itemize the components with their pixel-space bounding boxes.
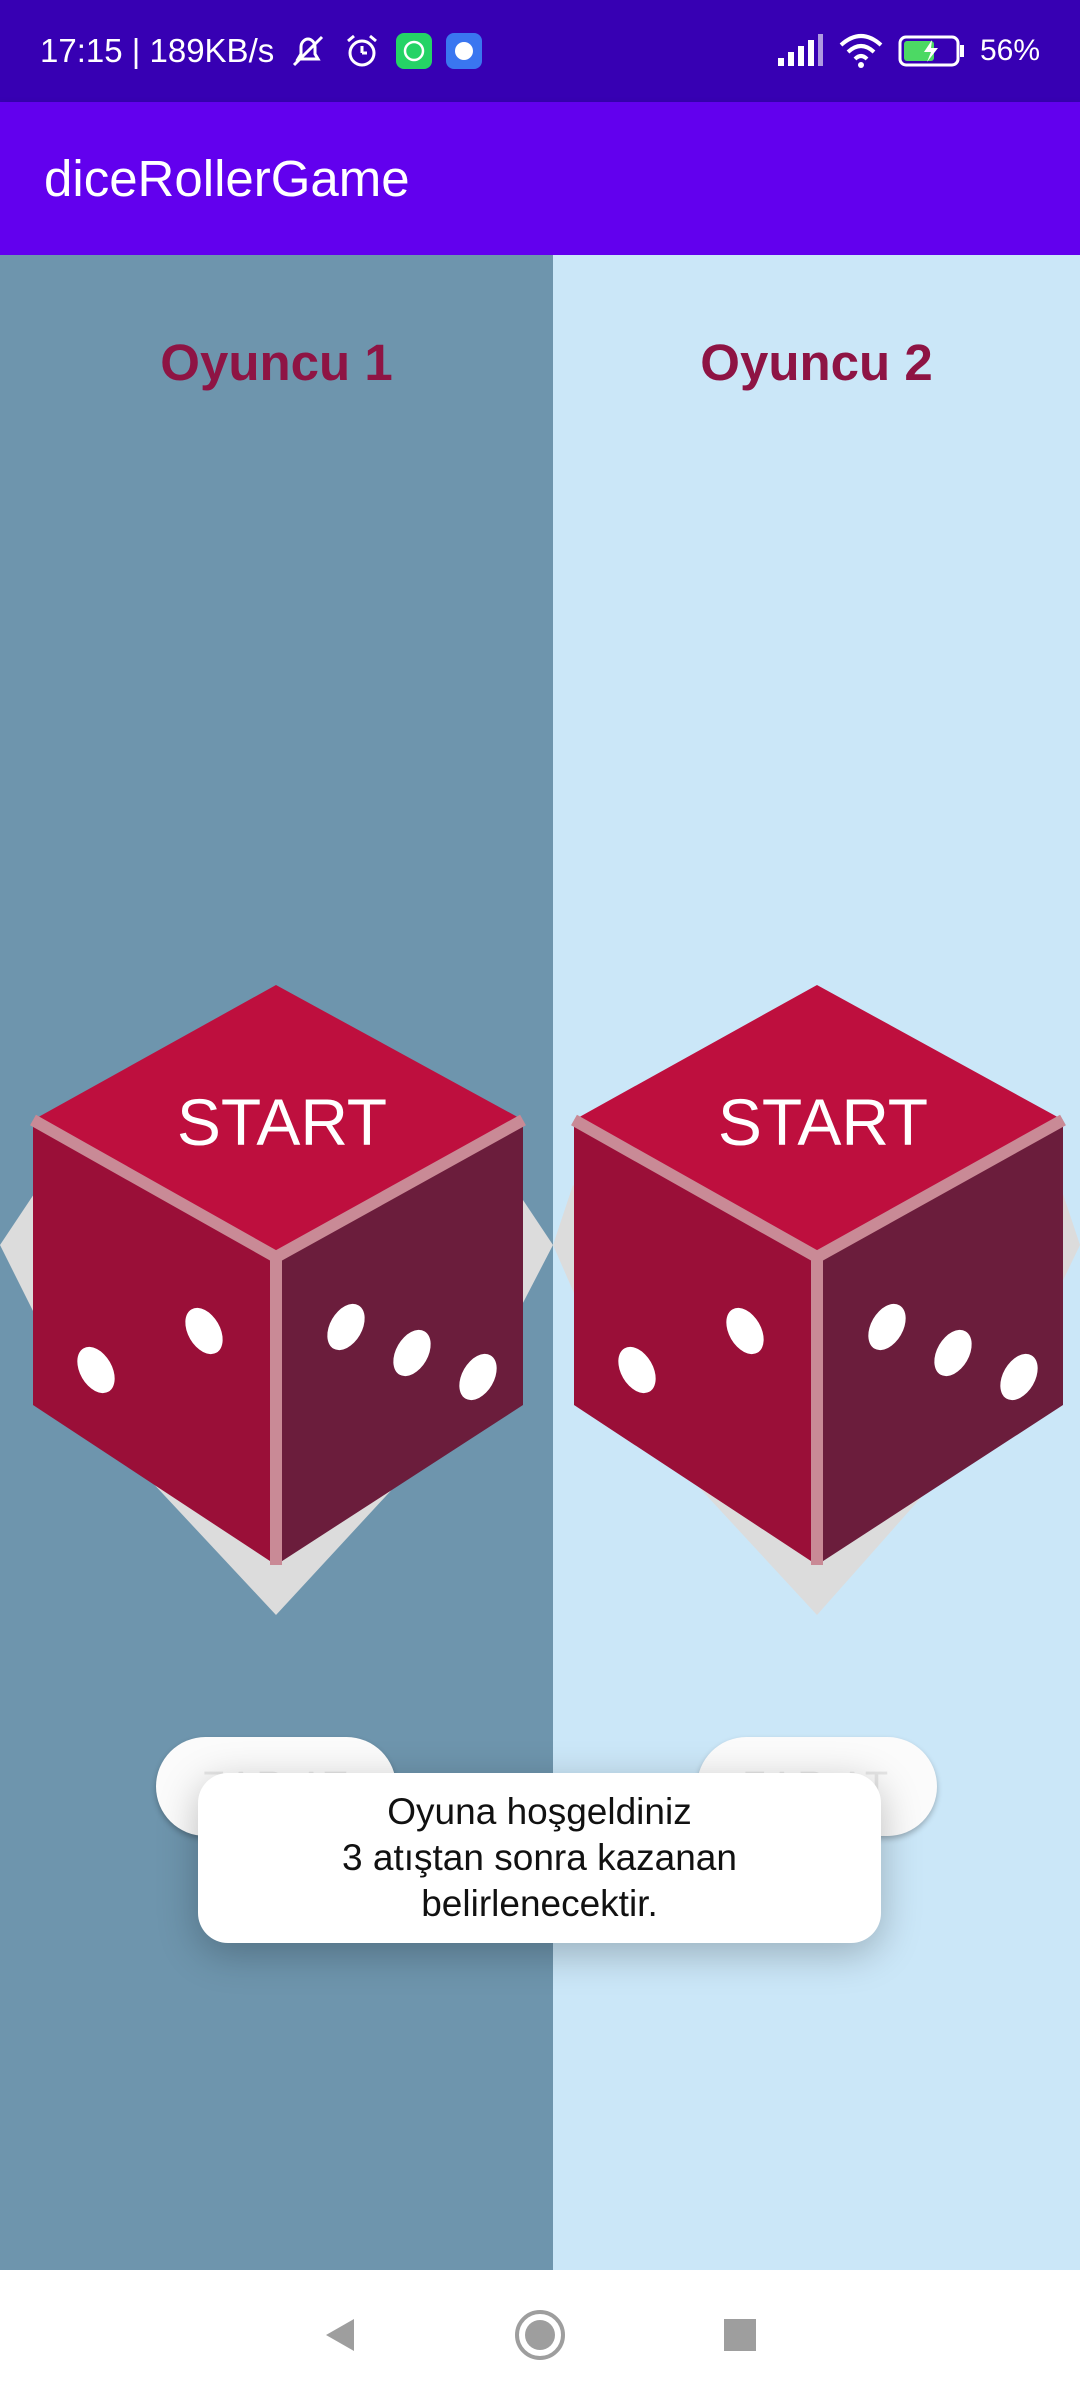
toast-line-2: 3 atıştan sonra kazanan [342,1837,737,1878]
app-bar: diceRollerGame [0,102,1080,255]
welcome-toast: Oyuna hoşgeldiniz 3 atıştan sonra kazana… [198,1773,881,1943]
player-1-dice[interactable]: START [0,745,553,1621]
back-icon[interactable] [300,2295,380,2375]
player-1-dice-label: START [177,1085,387,1159]
player-2-title: Oyuncu 2 [700,334,933,391]
player-2-panel: Oyuncu 2 START ZAR AT [553,255,1080,2270]
status-right: 56% [776,33,1040,69]
signal-app-icon [446,33,483,69]
player-1-title: Oyuncu 1 [160,334,393,391]
player-1-panel: Oyuncu 1 START ZAR AT [0,255,553,2270]
battery-percent: 56% [979,34,1040,67]
whatsapp-icon [396,33,433,69]
wifi-icon [838,33,884,69]
player-2-dice[interactable]: START [553,745,1080,1621]
navigation-bar [0,2270,1080,2400]
toast-line-3: belirlenecektir. [421,1883,658,1924]
battery-icon [898,34,966,68]
recents-icon[interactable] [700,2295,780,2375]
home-icon[interactable] [500,2295,580,2375]
status-bar: 17:15 | 189KB/s 56% [0,0,1080,102]
status-left: 17:15 | 189KB/s [40,31,483,71]
cell-signal-icon [776,34,824,68]
mute-icon [288,31,328,71]
player-2-dice-label: START [718,1085,928,1159]
toast-line-1: Oyuna hoşgeldiniz [387,1791,692,1832]
app-title: diceRollerGame [44,150,410,207]
alarm-icon [342,31,382,71]
status-time-speed: 17:15 | 189KB/s [40,32,275,69]
